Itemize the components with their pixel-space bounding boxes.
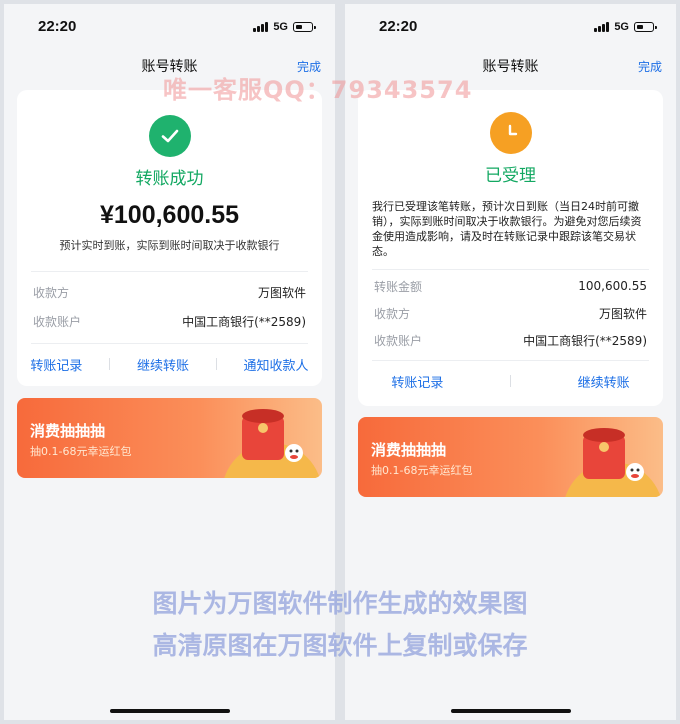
detail-row-amount: 转账金额 100,600.55 (358, 274, 663, 298)
red-packet-illustration (224, 409, 320, 478)
network-type: 5G (614, 21, 629, 33)
detail-label: 转账金额 (374, 279, 423, 294)
detail-value: 万图软件 (257, 285, 306, 300)
transfer-history-link[interactable]: 转账记录 (391, 372, 443, 391)
home-indicator (450, 709, 571, 713)
notify-payee-link[interactable]: 通知收款人 (244, 355, 309, 374)
watermark-line-1: 图片为万图软件制作生成的效果图 (152, 589, 528, 618)
banner-title: 消费抽抽抽 (371, 441, 447, 459)
promo-banner[interactable]: 消费抽抽抽 抽0.1-68元幸运红包 (358, 417, 663, 497)
detail-value: 100,600.55 (578, 279, 647, 293)
detail-label: 收款账户 (33, 314, 82, 329)
transfer-amount: ¥100,600.55 (99, 201, 240, 229)
status-bar: 22:20 5G (345, 4, 676, 46)
banner-subtitle: 抽0.1-68元幸运红包 (30, 445, 132, 458)
status-time: 22:20 (379, 18, 418, 35)
accepted-notice: 我行已受理该笔转账，预计次日到账（当日24时前可撤销），实际到账时间取决于收款银… (372, 200, 642, 258)
transfer-status: 转账成功 (135, 169, 204, 189)
detail-label: 收款账户 (374, 333, 423, 348)
status-time: 22:20 (38, 18, 77, 35)
signal-icon (594, 22, 610, 32)
action-bar: 转账记录 继续转账 (358, 361, 663, 401)
detail-value: 中国工商银行(**2589) (523, 333, 647, 348)
signal-icon (253, 22, 269, 32)
action-separator (109, 358, 111, 370)
detail-row-payee: 收款方 万图软件 (17, 280, 322, 304)
detail-label: 收款方 (374, 306, 411, 321)
result-card: 已受理 我行已受理该笔转账，预计次日到账（当日24时前可撤销），实际到账时间取决… (358, 90, 663, 406)
continue-transfer-link[interactable]: 继续转账 (578, 372, 630, 391)
detail-value: 万图软件 (598, 306, 647, 321)
transfer-history-link[interactable]: 转账记录 (30, 355, 82, 374)
battery-icon (293, 22, 316, 32)
detail-label: 收款方 (33, 285, 70, 300)
detail-value: 中国工商银行(**2589) (182, 314, 306, 329)
arrival-note: 预计实时到账，实际到账时间取决于收款银行 (59, 239, 280, 252)
battery-icon (634, 22, 657, 32)
watermark-contact: 唯一客服QQ：79343574 (163, 76, 473, 104)
detail-row-account: 收款账户 中国工商银行(**2589) (358, 328, 663, 352)
promo-banner[interactable]: 消费抽抽抽 抽0.1-68元幸运红包 (17, 398, 322, 478)
done-button[interactable]: 完成 (638, 58, 662, 75)
status-bar: 22:20 5G (4, 4, 335, 46)
result-card: 转账成功 ¥100,600.55 预计实时到账，实际到账时间取决于收款银行 收款… (17, 90, 322, 386)
action-bar: 转账记录 继续转账 通知收款人 (17, 344, 322, 384)
red-packet-illustration (565, 428, 661, 497)
home-indicator (109, 709, 230, 713)
banner-subtitle: 抽0.1-68元幸运红包 (371, 464, 473, 477)
detail-row-payee: 收款方 万图软件 (358, 301, 663, 325)
action-separator (215, 358, 217, 370)
network-type: 5G (273, 21, 288, 33)
banner-title: 消费抽抽抽 (30, 422, 106, 440)
watermark-line-2: 高清原图在万图软件上复制或保存 (152, 631, 528, 660)
continue-transfer-link[interactable]: 继续转账 (137, 355, 189, 374)
clock-icon (489, 112, 532, 154)
action-separator (510, 375, 511, 387)
transfer-status: 已受理 (485, 166, 536, 186)
checkmark-icon (148, 115, 191, 157)
detail-row-account: 收款账户 中国工商银行(**2589) (17, 309, 322, 333)
